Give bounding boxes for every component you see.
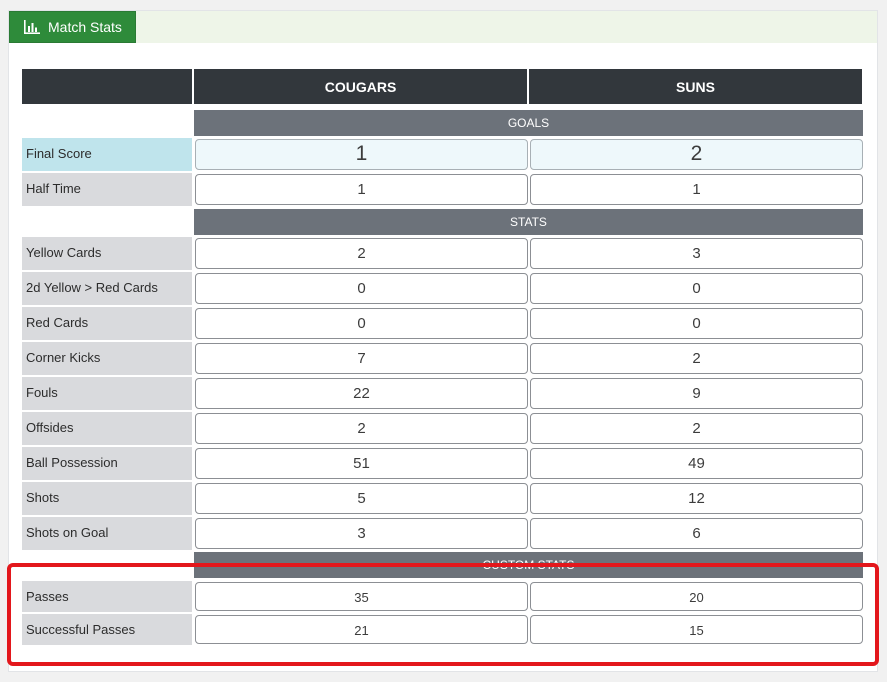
away-value-field[interactable]: 12: [530, 483, 863, 514]
home-value-field[interactable]: 51: [195, 448, 528, 479]
home-value-field[interactable]: 7: [195, 343, 528, 374]
away-value-field[interactable]: 1: [530, 174, 863, 205]
stat-label: Successful Passes: [22, 614, 192, 645]
away-value-field[interactable]: 20: [530, 582, 863, 611]
home-value-field[interactable]: 0: [195, 308, 528, 339]
away-value-field[interactable]: 49: [530, 448, 863, 479]
stat-label: Final Score: [22, 138, 192, 171]
home-value-field[interactable]: 35: [195, 582, 528, 611]
tab-match-stats[interactable]: Match Stats: [9, 11, 136, 43]
stat-label: Ball Possession: [22, 447, 192, 480]
stat-label: Corner Kicks: [22, 342, 192, 375]
home-value-field[interactable]: 22: [195, 378, 528, 409]
stat-label: Red Cards: [22, 307, 192, 340]
stat-label: Half Time: [22, 173, 192, 206]
panel-header: Match Stats: [9, 11, 877, 43]
home-value-field[interactable]: 1: [195, 139, 528, 170]
stat-label: Yellow Cards: [22, 237, 192, 270]
home-value-field[interactable]: 5: [195, 483, 528, 514]
home-value-field[interactable]: 2: [195, 238, 528, 269]
section-goals: GOALS: [194, 110, 863, 136]
away-value-field[interactable]: 9: [530, 378, 863, 409]
bar-chart-icon: [24, 20, 40, 34]
header-away-team: SUNS: [529, 69, 862, 104]
away-value-field[interactable]: 2: [530, 139, 863, 170]
section-stats: STATS: [194, 209, 863, 235]
tab-label: Match Stats: [48, 19, 122, 35]
stat-label: Offsides: [22, 412, 192, 445]
header-blank: [22, 69, 192, 104]
home-value-field[interactable]: 0: [195, 273, 528, 304]
header-home-team: COUGARS: [194, 69, 527, 104]
section-custom: CUSTOM STATS: [194, 552, 863, 578]
away-value-field[interactable]: 15: [530, 615, 863, 644]
home-value-field[interactable]: 3: [195, 518, 528, 549]
away-value-field[interactable]: 0: [530, 273, 863, 304]
home-value-field[interactable]: 21: [195, 615, 528, 644]
stat-label: 2d Yellow > Red Cards: [22, 272, 192, 305]
home-value-field[interactable]: 2: [195, 413, 528, 444]
away-value-field[interactable]: 6: [530, 518, 863, 549]
stat-label: Fouls: [22, 377, 192, 410]
home-value-field[interactable]: 1: [195, 174, 528, 205]
away-value-field[interactable]: 2: [530, 343, 863, 374]
stat-label: Shots on Goal: [22, 517, 192, 550]
stat-label: Shots: [22, 482, 192, 515]
away-value-field[interactable]: 2: [530, 413, 863, 444]
stat-label: Passes: [22, 581, 192, 612]
away-value-field[interactable]: 3: [530, 238, 863, 269]
away-value-field[interactable]: 0: [530, 308, 863, 339]
